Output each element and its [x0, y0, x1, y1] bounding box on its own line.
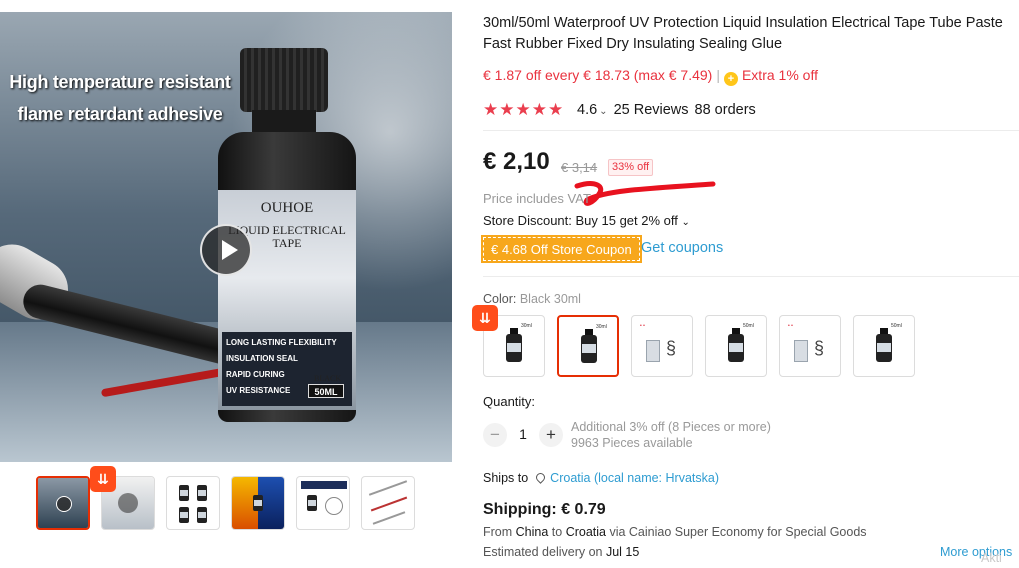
main-product-image[interactable]: High temperature resistant flame retarda…: [0, 12, 452, 462]
label-feature: UV RESISTANCE: [226, 386, 291, 395]
swatch-tag: 50ml: [891, 323, 902, 329]
bottle-cap: [240, 48, 328, 112]
shipping-route: From China to Croatia via Cainiao Super …: [483, 525, 867, 539]
thumbnail-image[interactable]: [231, 476, 285, 530]
shipping-cost: Shipping: € 0.79: [483, 501, 606, 518]
shipping-method: via Cainiao Super Economy for Special Go…: [605, 525, 867, 539]
store-discount-text: Store Discount: Buy 15 get 2% off: [483, 213, 678, 228]
label-volume: 50ML: [308, 384, 344, 398]
thumbnail-video[interactable]: [36, 476, 90, 530]
store-discount[interactable]: Store Discount: Buy 15 get 2% off ⌄: [483, 213, 690, 228]
ships-to-label: Ships to: [483, 471, 529, 485]
rating-stars: ★★★★★: [483, 100, 565, 119]
thumbnail-image[interactable]: [166, 476, 220, 530]
bulk-discount-note: Additional 3% off (8 Pieces or more): [571, 420, 771, 434]
divider: [483, 130, 1019, 131]
thumbnail-image[interactable]: [296, 476, 350, 530]
ships-to: Ships to Croatia (local name: Hrvatska): [483, 471, 719, 485]
image-caption-line1: High temperature resistant: [9, 72, 231, 92]
coil-icon: §: [666, 338, 677, 358]
chevron-down-icon: ⌄: [681, 217, 690, 228]
promo-discount: € 1.87 off every € 18.73 (max € 7.49): [483, 67, 713, 83]
promo-line: € 1.87 off every € 18.73 (max € 7.49) | + E…: [483, 67, 818, 86]
bottle-thumbnail: [506, 328, 522, 362]
store-coupon-badge[interactable]: € 4.68 Off Store Coupon: [481, 235, 642, 263]
location-pin-icon: [534, 471, 548, 484]
label-feature: INSULATION SEAL: [226, 354, 298, 363]
color-option-selected[interactable]: 30ml: [557, 315, 619, 377]
color-selected-value: Black 30ml: [519, 292, 581, 306]
coin-icon: +: [723, 72, 738, 86]
quantity-value[interactable]: 1: [515, 426, 531, 442]
discount-badge: 33% off: [608, 159, 654, 176]
current-price: € 2,10: [483, 148, 550, 175]
orders-count: 88 orders: [694, 102, 756, 118]
original-price: € 3,14: [561, 160, 598, 175]
rating-score[interactable]: 4.6: [577, 102, 597, 118]
delivery-label: Estimated delivery on: [483, 545, 606, 559]
from-label: From: [483, 525, 516, 539]
estimated-delivery: Estimated delivery on Jul 15: [483, 545, 639, 559]
divider: [483, 276, 1019, 277]
color-label: Color: Black 30ml: [483, 292, 581, 306]
chevron-down-icon[interactable]: ⌄: [599, 106, 607, 117]
rating-row: 4.6 ⌄ 25 Reviews 88 orders: [577, 102, 762, 118]
promo-separator: |: [716, 67, 720, 83]
destination-link[interactable]: Croatia (local name: Hrvatska): [550, 471, 719, 485]
play-icon: [56, 496, 72, 512]
image-caption-line2: flame retardant adhesive: [17, 104, 223, 124]
color-label-text: Color:: [483, 292, 520, 306]
label-color: BLACK: [314, 374, 342, 383]
quantity-increase-button[interactable]: +: [539, 423, 563, 447]
label-brand: OUHOE: [260, 200, 314, 216]
bottle-thumbnail: [728, 328, 744, 362]
thumbnail-image[interactable]: [361, 476, 415, 530]
destination-country: Croatia: [565, 525, 606, 539]
extra-off: Extra 1% off: [741, 67, 818, 83]
bottle-thumbnail: [581, 329, 597, 363]
product-title: 30ml/50ml Waterproof UV Protection Liqui…: [483, 15, 1003, 52]
swatch-tag: 30ml: [596, 324, 607, 330]
swatch-tag: • •: [640, 323, 645, 329]
color-option[interactable]: • • §: [631, 315, 693, 377]
color-option[interactable]: 50ml: [705, 315, 767, 377]
play-icon[interactable]: [200, 224, 252, 276]
quantity-label: Quantity:: [483, 394, 536, 409]
quantity-note: Additional 3% off (8 Pieces or more) 996…: [571, 419, 771, 451]
swatch-tag: • •: [788, 323, 793, 329]
delivery-date: Jul 15: [605, 545, 640, 559]
download-badge-icon[interactable]: ⇊: [90, 466, 116, 492]
get-coupons-link[interactable]: Get coupons: [641, 240, 723, 256]
reviews-link[interactable]: 25 Reviews: [614, 102, 689, 118]
quantity-decrease-button[interactable]: −: [483, 423, 507, 447]
swatch-tag: 50ml: [743, 323, 754, 329]
download-badge-icon[interactable]: ⇊: [472, 305, 498, 331]
to-label: to: [548, 525, 566, 539]
color-option[interactable]: 50ml: [853, 315, 915, 377]
swatch-tag: 30ml: [521, 323, 532, 329]
bottle-thumbnail: [876, 328, 892, 362]
stock-available: 9963 Pieces available: [571, 436, 693, 450]
vat-note: Price includes VAT: [483, 191, 591, 206]
origin-country: China: [515, 525, 549, 539]
applicator-thumbnail: [794, 340, 808, 362]
coil-icon: §: [814, 338, 825, 358]
color-option[interactable]: • • §: [779, 315, 841, 377]
label-feature: RAPID CURING: [226, 370, 285, 379]
applicator-thumbnail: [646, 340, 660, 362]
label-feature: LONG LASTING FLEXIBILITY: [226, 338, 337, 347]
activation-watermark: Akti: [981, 551, 1002, 565]
